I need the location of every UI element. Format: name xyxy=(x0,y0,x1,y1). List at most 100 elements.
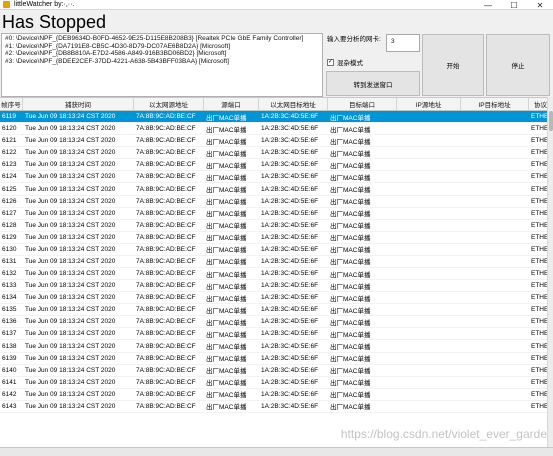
table-cell: 7A:8B:9C:AD:BE:CF xyxy=(136,270,196,278)
table-cell: 出厂MAC单播 xyxy=(330,404,371,412)
table-cell: 出厂MAC单播 xyxy=(206,138,247,146)
interface-number-input[interactable]: 3 xyxy=(386,34,420,52)
table-row[interactable]: 6138 Tue Jun 09 18:13:24 CST 2020 7A:8B:9C… xyxy=(0,340,553,353)
table-row[interactable]: 6140 Tue Jun 09 18:13:24 CST 2020 7A:8B:9C… xyxy=(0,365,553,377)
table-cell: 6127 xyxy=(2,209,17,217)
table-cell: 出厂MAC单播 xyxy=(330,283,371,291)
table-cell xyxy=(397,365,461,376)
table-row[interactable]: 6121 Tue Jun 09 18:13:24 CST 2020 7A:8B:9C… xyxy=(0,135,553,148)
table-cell: 7A:8B:9C:AD:BE:CF xyxy=(136,197,196,205)
table-cell: 6142 xyxy=(2,390,17,398)
table-cell xyxy=(461,365,529,376)
table-row[interactable]: 6136 Tue Jun 09 18:13:24 CST 2020 7A:8B:9C… xyxy=(0,316,553,329)
table-cell: 6121 xyxy=(2,137,17,145)
stop-button[interactable]: 停止 xyxy=(486,34,550,96)
table-row[interactable]: 6132 Tue Jun 09 18:13:24 CST 2020 7A:8B:9C… xyxy=(0,268,553,281)
table-row[interactable]: 6139 Tue Jun 09 18:13:24 CST 2020 7A:8B:9C… xyxy=(0,353,553,365)
table-row[interactable]: 6128 Tue Jun 09 18:13:24 CST 2020 7A:8B:9C… xyxy=(0,220,553,232)
column-header[interactable]: IP源地址 xyxy=(397,98,461,110)
table-row[interactable]: 6123 Tue Jun 09 18:13:24 CST 2020 7A:8B:9C… xyxy=(0,159,553,172)
table-cell: 出厂MAC单播 xyxy=(206,404,247,412)
promiscuous-mode-checkbox[interactable]: ✓ xyxy=(327,58,334,66)
table-cell: 6131 xyxy=(2,257,17,265)
table-cell: 6132 xyxy=(2,270,17,278)
start-button[interactable]: 开始 xyxy=(422,34,484,96)
column-header[interactable]: 帧序号 xyxy=(0,98,23,110)
table-cell: 出厂MAC单播 xyxy=(206,368,247,376)
table-cell xyxy=(461,159,529,170)
maximize-icon[interactable]: ☐ xyxy=(501,0,527,10)
table-row[interactable]: 6134 Tue Jun 09 18:13:24 CST 2020 7A:8B:9C… xyxy=(0,292,553,305)
table-cell: Tue Jun 09 18:13:24 CST 2020 xyxy=(25,294,116,302)
table-cell: 出厂MAC单播 xyxy=(330,247,371,255)
minimize-icon[interactable]: — xyxy=(475,0,501,10)
table-cell: 7A:8B:9C:AD:BE:CF xyxy=(136,221,196,229)
table-cell: 6137 xyxy=(2,330,17,338)
table-cell xyxy=(397,304,461,315)
table-row[interactable]: 6137 Tue Jun 09 18:13:24 CST 2020 7A:8B:9C… xyxy=(0,328,553,341)
table-cell: 7A:8B:9C:AD:BE:CF xyxy=(136,137,196,145)
table-cell: 出厂MAC单播 xyxy=(206,295,247,303)
table-cell: 6143 xyxy=(2,402,17,410)
table-cell: 7A:8B:9C:AD:BE:CF xyxy=(136,125,196,133)
table-cell xyxy=(397,220,461,231)
open-send-window-button[interactable]: 转到发送窗口 xyxy=(326,71,420,96)
table-cell: 出厂MAC单播 xyxy=(206,174,247,182)
interface-number-label: 输入要分析的网卡: xyxy=(327,36,381,43)
table-cell: Tue Jun 09 18:13:24 CST 2020 xyxy=(25,221,116,229)
horizontal-scrollbar[interactable] xyxy=(0,447,553,456)
table-row[interactable]: 6141 Tue Jun 09 18:13:24 CST 2020 7A:8B:9C… xyxy=(0,377,553,389)
table-cell: 1A:2B:3C:4D:5E:6F xyxy=(261,318,319,326)
column-header[interactable]: 目标端口 xyxy=(328,98,397,110)
table-cell: 出厂MAC单播 xyxy=(330,223,371,231)
table-row[interactable]: 6130 Tue Jun 09 18:13:24 CST 2020 7A:8B:9C… xyxy=(0,244,553,256)
table-cell: 1A:2B:3C:4D:5E:6F xyxy=(261,378,319,386)
table-cell: 出厂MAC单播 xyxy=(206,126,247,134)
vertical-scrollbar[interactable] xyxy=(547,97,553,447)
table-row[interactable]: 6119 Tue Jun 09 18:13:24 CST 2020 7A:8B:9C… xyxy=(0,111,553,124)
table-cell: Tue Jun 09 18:13:24 CST 2020 xyxy=(25,306,116,314)
table-cell: Tue Jun 09 18:13:24 CST 2020 xyxy=(25,209,116,217)
column-header[interactable]: 源端口 xyxy=(204,98,259,110)
interface-list[interactable]: #0: \Device\NPF_{DEB9634D-B0FD-4652-9E25… xyxy=(1,33,323,97)
table-cell xyxy=(397,196,461,207)
promiscuous-mode-toggle[interactable]: ✓ 混杂模式 xyxy=(327,57,363,67)
table-cell: 1A:2B:3C:4D:5E:6F xyxy=(261,354,319,362)
table-row[interactable]: 6129 Tue Jun 09 18:13:24 CST 2020 7A:8B:9C… xyxy=(0,232,553,244)
table-row[interactable]: 6143 Tue Jun 09 18:13:24 CST 2020 7A:8B:9C… xyxy=(0,401,553,413)
table-cell: Tue Jun 09 18:13:24 CST 2020 xyxy=(25,149,116,157)
table-row[interactable]: 6126 Tue Jun 09 18:13:24 CST 2020 7A:8B:9C… xyxy=(0,196,553,208)
column-header[interactable]: 以太网源地址 xyxy=(134,98,204,110)
table-cell: 出厂MAC单播 xyxy=(330,126,371,134)
table-cell xyxy=(461,232,529,243)
table-cell: 6138 xyxy=(2,342,17,350)
table-row[interactable]: 6133 Tue Jun 09 18:13:24 CST 2020 7A:8B:9C… xyxy=(0,280,553,293)
table-row[interactable]: 6142 Tue Jun 09 18:13:24 CST 2020 7A:8B:9C… xyxy=(0,389,553,401)
table-cell: 7A:8B:9C:AD:BE:CF xyxy=(136,378,196,386)
table-cell: 出厂MAC单播 xyxy=(206,307,247,315)
table-cell: 出厂MAC单播 xyxy=(206,114,247,122)
table-row[interactable]: 6122 Tue Jun 09 18:13:24 CST 2020 7A:8B:9C… xyxy=(0,147,553,160)
close-icon[interactable]: ✕ xyxy=(527,0,553,10)
table-row[interactable]: 6125 Tue Jun 09 18:13:24 CST 2020 7A:8B:9C… xyxy=(0,183,553,196)
column-header[interactable]: 捕获时间 xyxy=(23,98,134,110)
packet-table[interactable]: 帧序号 捕获时间 以太网源地址 源端口 以太网目标地址 目标端口 IP源地址 I… xyxy=(0,97,553,447)
table-cell: Tue Jun 09 18:13:24 CST 2020 xyxy=(25,342,116,350)
table-cell: 6130 xyxy=(2,245,17,253)
table-row[interactable]: 6124 Tue Jun 09 18:13:24 CST 2020 7A:8B:9C… xyxy=(0,171,553,184)
table-cell: 6140 xyxy=(2,366,17,374)
column-header[interactable]: 以太网目标地址 xyxy=(259,98,328,110)
interface-line: #2: \Device\NPF_{DB8B810A-E7D2-4586-A849… xyxy=(5,50,227,58)
table-cell xyxy=(461,111,529,122)
table-row[interactable]: 6135 Tue Jun 09 18:13:24 CST 2020 7A:8B:9C… xyxy=(0,304,553,317)
table-row[interactable]: 6120 Tue Jun 09 18:13:24 CST 2020 7A:8B:9C… xyxy=(0,123,553,136)
table-row[interactable]: 6131 Tue Jun 09 18:13:24 CST 2020 7A:8B:9C… xyxy=(0,256,553,269)
table-row[interactable]: 6127 Tue Jun 09 18:13:24 CST 2020 7A:8B:9C… xyxy=(0,208,553,220)
table-cell xyxy=(461,389,529,400)
table-cell: 7A:8B:9C:AD:BE:CF xyxy=(136,306,196,314)
table-cell: 7A:8B:9C:AD:BE:CF xyxy=(136,245,196,253)
column-header[interactable]: IP目标地址 xyxy=(461,98,529,110)
table-cell: 7A:8B:9C:AD:BE:CF xyxy=(136,113,196,121)
scrollbar-thumb[interactable] xyxy=(549,111,553,131)
table-cell xyxy=(397,401,461,412)
